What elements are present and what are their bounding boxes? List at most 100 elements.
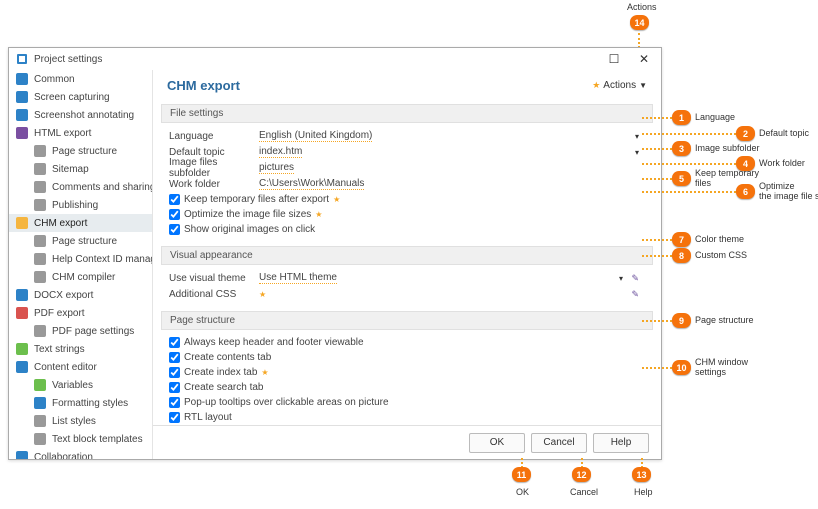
leader-7 — [642, 239, 672, 241]
actions-button[interactable]: ★ Actions ▼ — [592, 80, 647, 91]
chevron-down-icon[interactable]: ▾ — [619, 274, 623, 283]
sidebar-item-variables[interactable]: Variables — [9, 376, 152, 394]
edit-icon — [15, 360, 29, 374]
cancel-button[interactable]: Cancel — [531, 433, 587, 453]
sidebar-item-label: PDF page settings — [52, 326, 134, 337]
ps-contents-checkbox[interactable] — [169, 352, 180, 363]
keep-temp-checkbox[interactable] — [169, 194, 180, 205]
help-button[interactable]: Help — [593, 433, 649, 453]
maximize-icon[interactable]: ☐ — [603, 52, 625, 66]
sidebar-item-label: Screenshot annotating — [34, 110, 134, 121]
balloon-12-label: Cancel — [570, 487, 598, 497]
sidebar-item-label: Text block templates — [52, 434, 143, 445]
ps-index-label: Create index tab — [184, 367, 257, 378]
balloon-3: 3 — [672, 141, 691, 156]
sidebar-item-sitemap[interactable]: Sitemap — [9, 160, 152, 178]
sidebar-item-label: Content editor — [34, 362, 97, 373]
balloon-8: 8 — [672, 248, 691, 263]
balloon-9-label: Page structure — [695, 315, 754, 325]
pencil-icon[interactable]: ✎ — [631, 289, 639, 300]
leader-4 — [642, 163, 736, 165]
sidebar-item-label: Screen capturing — [34, 92, 110, 103]
show-orig-checkbox[interactable] — [169, 224, 180, 235]
tblk-icon — [33, 432, 47, 446]
sidebar-item-pdf-export[interactable]: PDF export — [9, 304, 152, 322]
visual-theme-select[interactable]: Use HTML theme — [259, 272, 337, 284]
sidebar-item-label: List styles — [52, 416, 96, 427]
sidebar-item-chm-export[interactable]: CHM export — [9, 214, 152, 232]
sidebar-item-label: Page structure — [52, 146, 117, 157]
language-select[interactable]: English (United Kingdom) — [259, 130, 372, 142]
section-visual-appearance: Visual appearance — [161, 246, 653, 265]
list-icon — [33, 414, 47, 428]
sidebar-item-comments-and-sharing[interactable]: Comments and sharing — [9, 178, 152, 196]
star-icon: ★ — [261, 368, 268, 377]
sidebar-item-screen-capturing[interactable]: Screen capturing — [9, 88, 152, 106]
balloon-13-label: Help — [634, 487, 653, 497]
balloon-3-label: Image subfolder — [695, 143, 760, 153]
sidebar-item-pdf-page-settings[interactable]: PDF page settings — [9, 322, 152, 340]
dialog-footer: OK Cancel Help — [153, 425, 661, 459]
work-folder-input[interactable]: C:\Users\Work\Manuals — [259, 178, 364, 190]
balloon-13: 13 — [632, 467, 651, 482]
leader-8 — [642, 255, 672, 257]
sidebar-item-publishing[interactable]: Publishing — [9, 196, 152, 214]
ps-contents-row: Create contents tab — [169, 350, 645, 365]
ps-index-row: Create index tab ★ — [169, 365, 645, 380]
sidebar-item-label: Publishing — [52, 200, 98, 211]
A-icon — [33, 396, 47, 410]
chevron-down-icon[interactable]: ▾ — [635, 132, 639, 141]
sidebar-item-common[interactable]: Common — [9, 70, 152, 88]
ps-tooltip-checkbox[interactable] — [169, 397, 180, 408]
page-icon — [33, 234, 47, 248]
sidebar-item-text-strings[interactable]: Text strings — [9, 340, 152, 358]
pencil-icon[interactable]: ✎ — [631, 273, 639, 284]
language-row: Language English (United Kingdom) ▾ — [169, 128, 645, 144]
sidebar-item-text-block-templates[interactable]: Text block templates — [9, 430, 152, 448]
actions-button-label: Actions — [603, 80, 636, 91]
optimize-img-label: Optimize the image file sizes — [184, 209, 311, 220]
leader-2 — [642, 133, 736, 135]
ab-icon — [15, 342, 29, 356]
sidebar-item-chm-compiler[interactable]: CHM compiler — [9, 268, 152, 286]
sidebar-item-html-export[interactable]: HTML export — [9, 124, 152, 142]
sidebar-item-collaboration[interactable]: Collaboration — [9, 448, 152, 459]
sidebar-item-label: Text strings — [34, 344, 85, 355]
close-icon[interactable]: ✕ — [633, 52, 655, 66]
balloon-10-label: CHM window settings — [695, 357, 748, 377]
ok-button[interactable]: OK — [469, 433, 525, 453]
default-topic-input[interactable]: index.htm — [259, 146, 302, 158]
section-page-structure: Page structure — [161, 311, 653, 330]
ps-search-checkbox[interactable] — [169, 382, 180, 393]
balloon-10: 10 — [672, 360, 691, 375]
ps-rtl-checkbox[interactable] — [169, 412, 180, 423]
sidebar-item-formatting-styles[interactable]: Formatting styles — [9, 394, 152, 412]
image-subfolder-input[interactable]: pictures — [259, 162, 294, 174]
leader-1 — [642, 117, 672, 119]
sidebar-item-label: CHM compiler — [52, 272, 115, 283]
gear-icon — [15, 72, 29, 86]
chevron-down-icon[interactable]: ▾ — [635, 148, 639, 157]
sidebar-item-label: PDF export — [34, 308, 85, 319]
ps-header-footer-checkbox[interactable] — [169, 337, 180, 348]
sidebar-item-help-context-id-management[interactable]: Help Context ID management — [9, 250, 152, 268]
ps-index-checkbox[interactable] — [169, 367, 180, 378]
ps-header-footer-row: Always keep header and footer viewable — [169, 335, 645, 350]
page-icon — [33, 324, 47, 338]
window-title: Project settings — [34, 54, 603, 65]
sidebar-item-list-styles[interactable]: List styles — [9, 412, 152, 430]
optimize-img-checkbox[interactable] — [169, 209, 180, 220]
star-icon: ★ — [259, 290, 266, 299]
sidebar-item-content-editor[interactable]: Content editor — [9, 358, 152, 376]
balloon-4-label: Work folder — [759, 158, 805, 168]
leader-5 — [642, 178, 672, 180]
sidebar-item-label: CHM export — [34, 218, 87, 229]
leader-6 — [642, 191, 736, 193]
sidebar-item-docx-export[interactable]: DOCX export — [9, 286, 152, 304]
ps-rtl-row: RTL layout — [169, 410, 645, 425]
sidebar-item-screenshot-annotating[interactable]: Screenshot annotating — [9, 106, 152, 124]
settings-scroll: File settings Language English (United K… — [153, 100, 661, 425]
sidebar-item-page-structure[interactable]: Page structure — [9, 232, 152, 250]
ps-contents-label: Create contents tab — [184, 352, 271, 363]
sidebar-item-page-structure[interactable]: Page structure — [9, 142, 152, 160]
